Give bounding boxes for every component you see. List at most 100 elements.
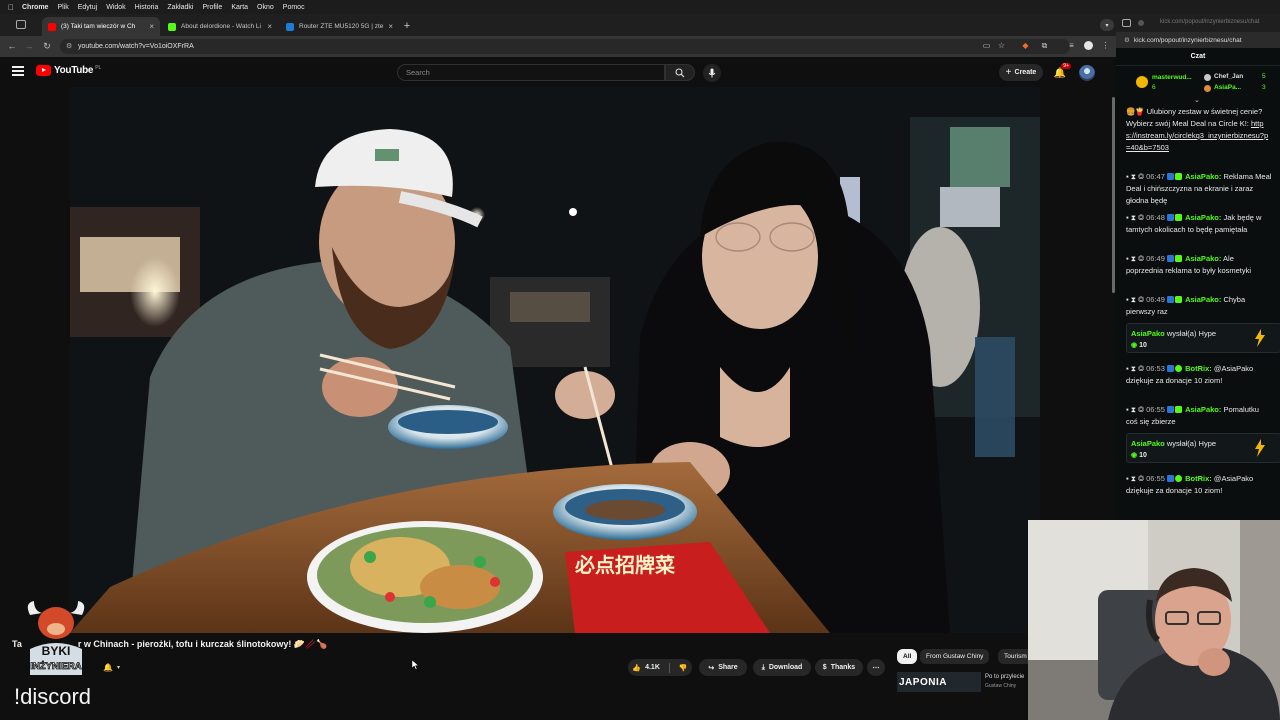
account-avatar[interactable] xyxy=(1079,65,1095,81)
menu-app[interactable]: Chrome xyxy=(22,4,48,11)
pin-icon: ▪ ⧗ ◎ xyxy=(1126,254,1145,263)
subscriber-badge-icon xyxy=(1167,406,1174,413)
voice-search-mic-icon[interactable] xyxy=(703,64,721,82)
subscribed-bell-button[interactable]: 🔔 ▾ xyxy=(103,660,133,674)
vip-badge-icon xyxy=(1175,173,1182,180)
hype-username[interactable]: AsiaPako xyxy=(1131,329,1165,338)
hype-amount: 10 xyxy=(1139,452,1147,459)
menu-zakladki[interactable]: Zakładki xyxy=(167,4,193,11)
chat-tab-icon[interactable] xyxy=(1122,19,1131,27)
message-username[interactable]: AsiaPako: xyxy=(1185,254,1221,263)
pin-icon: ▪ ⧗ ◎ xyxy=(1126,474,1145,483)
new-tab-plus-icon[interactable]: + xyxy=(400,17,414,34)
message-username[interactable]: AsiaPako: xyxy=(1185,295,1221,304)
tab-youtube[interactable]: (3) Taki tam wieczór w Ch × xyxy=(42,17,160,36)
download-button[interactable]: ⤓ Download xyxy=(753,659,811,676)
search-button[interactable] xyxy=(665,64,695,81)
tab-kick[interactable]: About delordione - Watch Li × xyxy=(162,17,278,36)
menu-edytuj[interactable]: Edytuj xyxy=(78,4,97,11)
message-time: 06:49 xyxy=(1146,254,1165,263)
message-username[interactable]: BotRix: xyxy=(1185,474,1212,483)
chat-url-bar[interactable]: ⚙ kick.com/popout/inzynierbiznesu/chat xyxy=(1116,32,1280,48)
omnibox-url-field[interactable]: ⚙ youtube.com/watch?v=Vo1oiOXFrRA xyxy=(60,39,1070,54)
notifications-bell-icon[interactable]: 🔔 9+ xyxy=(1052,63,1071,81)
expand-leaders-chevron-icon[interactable]: ⌄ xyxy=(1194,96,1200,104)
bell-icon: 🔔 xyxy=(103,662,113,672)
subscriber-badge-icon xyxy=(1167,255,1174,262)
message-username[interactable]: AsiaPako: xyxy=(1185,405,1221,414)
create-button[interactable]: + Create xyxy=(999,64,1043,81)
menu-historia[interactable]: Historia xyxy=(135,4,159,11)
chat-scrollbar[interactable] xyxy=(1112,97,1115,293)
tab-list-chevron-icon[interactable]: ▾ xyxy=(1100,19,1114,31)
byki-inzyniera-logo: BYKI INŻYNIERA xyxy=(24,597,88,677)
menu-okno[interactable]: Okno xyxy=(257,4,274,11)
message-username[interactable]: BotRix: xyxy=(1185,364,1212,373)
message-username[interactable]: AsiaPako: xyxy=(1185,213,1221,222)
tab-close-icon[interactable]: × xyxy=(267,22,272,31)
message-time: 06:53 xyxy=(1146,364,1165,373)
tab-close-icon[interactable]: × xyxy=(149,22,154,31)
apple-icon[interactable]:  xyxy=(0,3,22,12)
menu-widok[interactable]: Widok xyxy=(106,4,125,11)
profile-avatar-icon[interactable] xyxy=(1083,40,1094,51)
hype-line: AsiaPako wysłał(a) Hype xyxy=(1131,439,1216,448)
back-arrow-icon[interactable]: ← xyxy=(6,40,18,52)
pin-icon: ▪ ⧗ ◎ xyxy=(1126,213,1145,222)
message-username[interactable]: AsiaPako: xyxy=(1185,172,1221,181)
hype-username[interactable]: AsiaPako xyxy=(1131,439,1165,448)
video-player[interactable]: 必点招牌菜 xyxy=(70,87,1040,633)
chat-window-dots-icon[interactable] xyxy=(1138,20,1144,26)
message-time: 06:49 xyxy=(1146,295,1165,304)
tab-close-icon[interactable]: × xyxy=(388,22,393,31)
tab-title: (3) Taki tam wieczór w Ch xyxy=(61,23,136,30)
extension-orange-icon[interactable]: ◆ xyxy=(1020,40,1031,51)
notification-count-badge: 9+ xyxy=(1061,63,1071,69)
menu-karta[interactable]: Karta xyxy=(231,4,248,11)
hype-card: AsiaPako wysłał(a) Hype ◉ 10 xyxy=(1126,323,1280,353)
hype-card: AsiaPako wysłał(a) Hype ◉ 10 xyxy=(1126,433,1280,463)
tab-zte[interactable]: Router ZTE MU5120 5G | zte × xyxy=(280,17,396,36)
like-button[interactable]: 👍 4.1K xyxy=(632,664,660,672)
vip-badge-icon xyxy=(1175,406,1182,413)
share-button[interactable]: ↪ Share xyxy=(699,659,747,676)
zte-favicon-icon xyxy=(286,22,294,31)
chat-ad-message: 🍔🍟 Ulubiony zestaw w świetnej cenie? Wyb… xyxy=(1126,106,1272,154)
recommended-video-thumbnail[interactable]: JAPONIA xyxy=(897,672,981,692)
chat-header: Czat xyxy=(1116,48,1280,66)
youtube-logo[interactable]: YouTube PL xyxy=(36,65,101,76)
leader-name-3[interactable]: AsiaPa... xyxy=(1214,84,1241,91)
leader-name-1[interactable]: masterwud... xyxy=(1152,74,1192,81)
search-input[interactable]: Search xyxy=(397,64,665,81)
chat-settings-icon[interactable]: ⚙ xyxy=(1124,36,1130,44)
chat-url-text: kick.com/popout/inzynierbiznesu/chat xyxy=(1133,36,1242,44)
chat-message: ▪ ⧗ ◎ 06:55 BotRix: @AsiaPako dziękuje z… xyxy=(1126,473,1272,497)
bot-verified-badge-icon xyxy=(1175,475,1182,482)
download-label: Download xyxy=(768,664,803,671)
menu-plik[interactable]: Plik xyxy=(57,4,68,11)
site-info-icon[interactable]: ⚙ xyxy=(66,42,72,50)
thumbs-down-icon[interactable]: 👎 xyxy=(679,664,688,672)
extensions-puzzle-icon[interactable]: ⧉ xyxy=(1039,40,1050,51)
leader-name-2[interactable]: Chef_Jan xyxy=(1214,73,1243,80)
leader-count-3: 3 xyxy=(1262,84,1266,91)
more-actions-button[interactable]: ⋯ xyxy=(867,659,885,676)
chat-top-gifters: masterwud... 6 Chef_Jan 5 AsiaPa... 3 ⌄ xyxy=(1116,66,1280,108)
recommended-video-title[interactable]: Po to przylecie xyxy=(985,674,1024,680)
menu-profile[interactable]: Profile xyxy=(202,4,222,11)
reading-list-icon[interactable]: ≡ xyxy=(1066,40,1077,51)
forward-arrow-icon[interactable]: → xyxy=(23,40,35,52)
chat-message: ▪ ⧗ ◎ 06:48 AsiaPako: Jak będę w tamtych… xyxy=(1126,212,1272,236)
reload-icon[interactable]: ↻ xyxy=(41,40,53,52)
chip-all[interactable]: All xyxy=(897,649,918,664)
bookmark-star-icon[interactable]: ☆ xyxy=(996,40,1007,51)
cast-icon[interactable]: ▭ xyxy=(981,40,992,51)
chip-from-gustaw-chiny[interactable]: From Gustaw Chiny xyxy=(920,649,990,664)
thanks-button[interactable]: $ Thanks xyxy=(815,659,863,676)
thumbs-up-icon: 👍 xyxy=(632,664,642,672)
chevron-down-icon: ▾ xyxy=(116,664,120,671)
kebab-menu-icon[interactable]: ⋮ xyxy=(1100,40,1111,51)
tab-search-icon[interactable] xyxy=(16,20,26,29)
menu-pomoc[interactable]: Pomoc xyxy=(283,4,305,11)
hamburger-menu-icon[interactable] xyxy=(12,66,24,76)
